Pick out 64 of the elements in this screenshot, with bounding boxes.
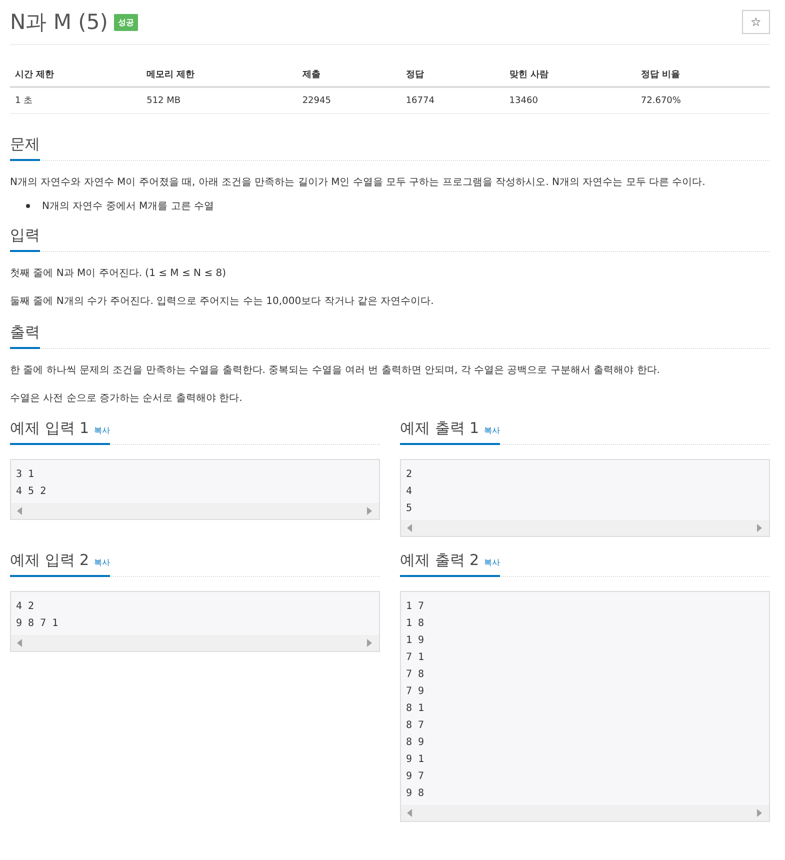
right-arrow-icon[interactable] [757, 524, 763, 532]
horizontal-scrollbar[interactable] [11, 635, 379, 651]
paragraph: 첫째 줄에 N과 M이 주어진다. (1 ≤ M ≤ N ≤ 8) [10, 267, 228, 281]
horizontal-scrollbar[interactable] [401, 805, 769, 821]
code-line: 2 [406, 468, 414, 482]
table-cell: 22945 [297, 87, 401, 114]
sample-heading: 예제 입력 1 [10, 419, 90, 438]
code-line: 5 [406, 502, 414, 516]
paragraph: 둘째 줄에 N개의 수가 주어진다. 입력으로 주어지는 수는 10,000보다 작거나 같은 자연수이다. [10, 295, 435, 309]
table-cell: 16774 [400, 87, 504, 114]
code-line: 8 7 [406, 719, 426, 733]
paragraph: N개의 자연수와 자연수 M이 주어졌을 때, 아래 조건을 만족하는 길이가 M인 수열을 모두 구하는 프로그램을 작성하시오. N개의 자연수는 모두 다른 수이다. [10, 176, 706, 190]
code-line: 8 1 [406, 702, 426, 716]
right-arrow-icon[interactable] [757, 809, 763, 817]
copy-link[interactable]: 복사 [94, 557, 110, 568]
code-line: 4 [406, 485, 414, 499]
horizontal-scrollbar[interactable] [401, 520, 769, 536]
code-line: 4 2 [16, 600, 36, 614]
section-heading: 문제 [10, 135, 40, 161]
code-line: 7 8 [406, 668, 426, 682]
code-line: 4 5 2 [16, 485, 48, 499]
left-arrow-icon[interactable] [407, 524, 413, 532]
code-line: 3 1 [16, 468, 36, 482]
code-line: 9 7 [406, 770, 426, 784]
code-line: 9 1 [406, 753, 426, 767]
table-cell: 13460 [504, 87, 636, 114]
result-badge: 성공 [114, 14, 138, 30]
column-header: 정답 비율 [636, 63, 770, 87]
left-arrow-icon[interactable] [17, 507, 23, 515]
code-line: 1 9 [406, 634, 426, 648]
code-line: 9 8 [406, 787, 426, 801]
table-cell: 1 초 [10, 87, 142, 114]
table-cell: 72.670% [636, 87, 770, 114]
column-header: 맞힌 사람 [504, 63, 636, 87]
column-header: 정답 [400, 63, 504, 87]
left-arrow-icon[interactable] [17, 639, 23, 647]
code-line: 7 9 [406, 685, 426, 699]
copy-link[interactable]: 복사 [484, 557, 500, 568]
code-line: 8 9 [406, 736, 426, 750]
problem-title: N과 M (5) [10, 9, 108, 36]
section-heading: 입력 [10, 226, 40, 252]
column-header: 제출 [297, 63, 401, 87]
horizontal-scrollbar[interactable] [11, 503, 379, 519]
right-arrow-icon[interactable] [367, 639, 373, 647]
sample-heading: 예제 출력 1 [400, 419, 480, 438]
column-header: 시간 제한 [10, 63, 142, 87]
code-line: 7 1 [406, 651, 426, 665]
code-line: 9 8 7 1 [16, 617, 60, 631]
paragraph: 수열은 사전 순으로 증가하는 순서로 출력해야 한다. [10, 392, 244, 406]
column-header: 메모리 제한 [142, 63, 298, 87]
list-item: N개의 자연수 중에서 M개를 고른 수열 [42, 200, 214, 213]
bullet-icon [26, 204, 30, 208]
paragraph: 한 줄에 하나씩 문제의 조건을 만족하는 수열을 출력한다. 중복되는 수열을 여러 번 출력하면 안되며, 각 수열은 공백으로 구분해서 출력해야 한다. [10, 364, 661, 378]
sample-heading: 예제 출력 2 [400, 551, 480, 570]
left-arrow-icon[interactable] [407, 809, 413, 817]
right-arrow-icon[interactable] [367, 507, 373, 515]
star-button[interactable]: ☆ [742, 10, 770, 34]
section-heading: 출력 [10, 323, 40, 349]
code-line: 1 7 [406, 600, 426, 614]
copy-link[interactable]: 복사 [484, 425, 500, 436]
sample-heading: 예제 입력 2 [10, 551, 90, 570]
code-line: 1 8 [406, 617, 426, 631]
copy-link[interactable]: 복사 [94, 425, 110, 436]
table-cell: 512 MB [142, 87, 298, 114]
